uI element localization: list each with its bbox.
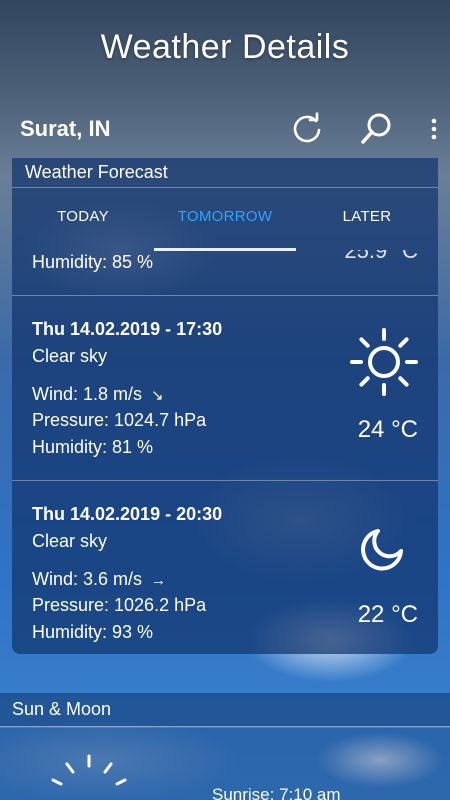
wind-value: Wind: 1.8 m/s	[32, 384, 143, 404]
sun-moon-header: Sun & Moon	[0, 693, 450, 727]
overflow-menu-button[interactable]	[426, 107, 442, 151]
page-title: Weather Details	[100, 28, 350, 66]
sunrise-time: Sunrise: 7:10 am	[212, 785, 341, 800]
sun-icon	[350, 328, 418, 396]
forecast-description: Clear sky	[32, 346, 108, 366]
tab-later[interactable]: LATER	[296, 188, 438, 250]
refresh-button[interactable]	[285, 107, 329, 151]
city-name: Surat, IN	[20, 116, 111, 141]
search-button[interactable]	[354, 107, 398, 151]
wind-direction-icon: ↘	[151, 387, 164, 404]
moon-icon	[361, 529, 403, 571]
humidity-label: Humidity: 85 %	[32, 252, 154, 272]
list-item: Thu 14.02.2019 - 20:30 Clear sky Wind: 3…	[12, 481, 438, 654]
title-bar: Weather Details	[0, 0, 450, 95]
search-icon	[361, 113, 391, 144]
wind-value: Wind: 3.6 m/s	[32, 569, 143, 589]
temperature-label: 25.9 °C	[344, 250, 418, 263]
tab-today[interactable]: TODAY	[12, 188, 154, 250]
refresh-icon	[293, 112, 321, 143]
list-item: Humidity: 85 % 25.9 °C	[12, 250, 438, 296]
humidity-label: Humidity: 81 %	[32, 437, 154, 457]
list-item: Thu 14.02.2019 - 17:30 Clear sky Wind: 1…	[12, 296, 438, 481]
forecast-card: Weather Forecast TODAY TOMORROW LATER Hu…	[12, 158, 438, 654]
tab-tomorrow[interactable]: TOMORROW	[154, 188, 296, 250]
temperature-label: 22 °C	[357, 601, 418, 628]
forecast-description: Clear sky	[32, 531, 108, 551]
forecast-header: Weather Forecast	[12, 158, 438, 188]
app-bar: Surat, IN	[0, 100, 450, 158]
humidity-label: Humidity: 93 %	[32, 622, 154, 642]
wind-label: Wind: 3.6 m/s →	[32, 569, 166, 590]
temperature-label: 24 °C	[357, 416, 418, 443]
more-vert-icon	[431, 118, 437, 140]
pressure-label: Pressure: 1024.7 hPa	[32, 410, 207, 430]
forecast-datetime: Thu 14.02.2019 - 20:30	[32, 504, 223, 524]
sunrise-sun-icon	[51, 754, 127, 786]
wind-direction-icon: →	[151, 572, 167, 589]
pressure-label: Pressure: 1026.2 hPa	[32, 595, 207, 615]
forecast-list[interactable]: Humidity: 85 % 25.9 °C Thu 14.02.2019 - …	[12, 250, 438, 654]
wind-label: Wind: 1.8 m/s ↘	[32, 384, 164, 405]
sun-moon-panel: Sunrise: 7:10 am	[0, 728, 450, 800]
forecast-datetime: Thu 14.02.2019 - 17:30	[32, 319, 223, 339]
forecast-tabs: TODAY TOMORROW LATER	[12, 188, 438, 251]
